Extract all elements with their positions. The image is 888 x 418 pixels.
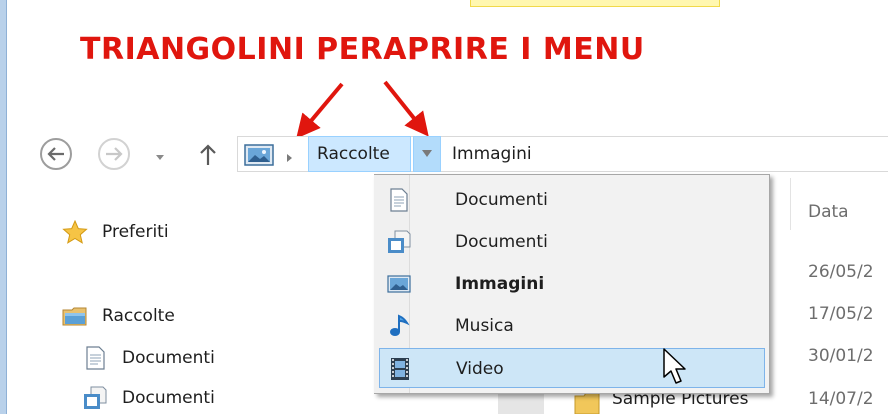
video-film-icon [391,358,409,380]
menu-item-label: Musica [455,316,514,336]
chevron-right-icon [287,154,292,162]
star-icon [62,220,88,244]
favorites-label: Preferiti [102,222,169,242]
menu-item-musica[interactable]: Musica [379,306,765,346]
date-cell: 30/01/2 [808,346,874,366]
documents-library-icon [388,230,411,253]
date-cell: 17/05/2 [808,304,874,324]
up-arrow-icon [200,144,216,165]
nav-item-documenti-1-label: Documenti [122,348,215,368]
recent-locations-chevron-icon [156,155,164,160]
menu-item-label: Documenti [455,232,548,252]
menu-item-video[interactable]: Video [379,348,765,388]
menu-item-label: Immagini [455,274,545,294]
breadcrumb-separator-arrow[interactable] [284,149,294,162]
menu-item-documenti-2[interactable]: Documenti [379,222,765,262]
back-button[interactable] [40,138,72,170]
arrow-to-dropdown [383,80,429,137]
date-cell: 14/07/2 [808,389,874,409]
pictures-icon [387,275,411,293]
menu-item-documenti-1[interactable]: Documenti [379,180,765,220]
window-edge [0,0,7,414]
document-icon [390,188,408,212]
document-icon [86,346,105,370]
music-note-icon [390,314,410,336]
column-divider[interactable] [790,178,791,230]
documents-library-icon [84,386,107,409]
pictures-library-icon [244,144,274,166]
forward-arrow-icon [106,147,123,161]
libraries-label: Raccolte [102,306,175,326]
forward-button[interactable] [98,138,130,170]
menu-item-label: Documenti [455,190,548,210]
recent-locations-button[interactable] [153,148,167,160]
column-header-data[interactable]: Data [808,202,849,222]
back-arrow-icon [47,147,64,161]
breadcrumb-dropdown-button[interactable] [413,136,441,172]
date-cell: 26/05/2 [808,262,874,282]
arrow-to-separator [296,82,344,139]
top-highlight-fragment [470,0,720,7]
breadcrumb-immagini[interactable]: Immagini [452,136,532,172]
chevron-down-icon [422,150,432,157]
breadcrumb-raccolte[interactable]: Raccolte [308,136,411,172]
up-button[interactable] [197,138,219,170]
menu-item-label: Video [456,359,504,379]
mouse-cursor-icon [662,347,688,389]
libraries-folder-icon [62,307,87,326]
annotation-title: TRIANGOLINI PERAPRIRE I MENU [80,32,645,67]
nav-item-documenti-2-label: Documenti [122,388,215,408]
menu-item-immagini[interactable]: Immagini [379,264,765,304]
